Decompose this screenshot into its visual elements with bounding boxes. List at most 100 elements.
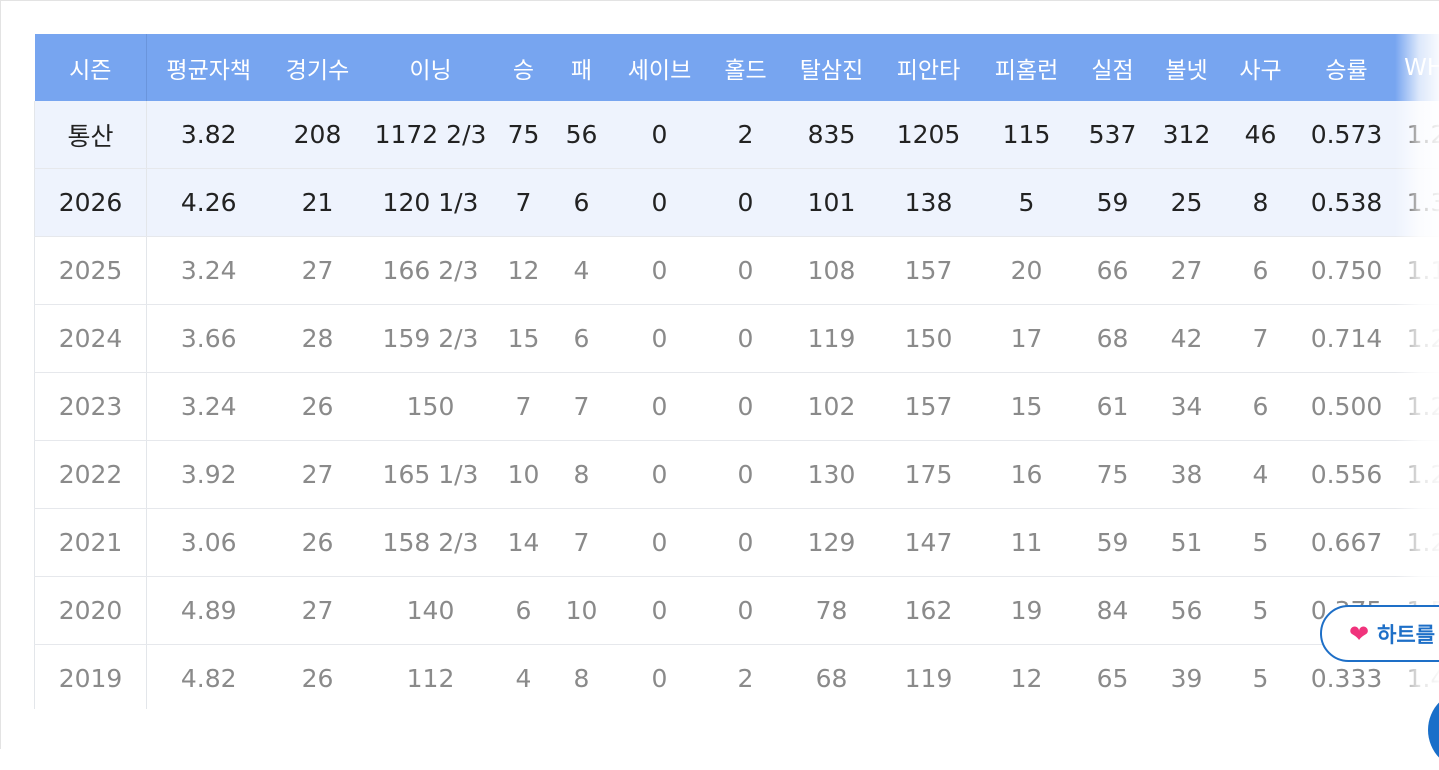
stat-cell: 8 [551,441,613,509]
stat-cell: 27 [271,237,365,305]
stat-cell: 835 [785,101,879,169]
stat-cell: 68 [1075,305,1151,373]
season-cell: 2022 [35,441,147,509]
stat-cell: 25 [1151,169,1223,237]
stat-cell: 16 [979,441,1075,509]
stat-cell: 108 [785,237,879,305]
table-row: 20204.8927140610007816219845650.3751.56 [35,577,1439,645]
table-row: 20233.2426150770010215715613460.5001.27 [35,373,1439,441]
stat-cell: 68 [785,645,879,710]
column-header: 피홈런 [979,34,1075,101]
column-header: 사구 [1223,34,1299,101]
stat-cell: 0.500 [1299,373,1395,441]
stat-cell: 59 [1075,169,1151,237]
stat-cell: 1.27 [1395,373,1439,441]
stat-cell: 4 [497,645,551,710]
stat-cell: 0 [707,441,785,509]
heart-button[interactable]: ❤ 하트를 [1320,605,1439,662]
stat-cell: 0.556 [1299,441,1395,509]
column-header: 경기수 [271,34,365,101]
stat-cell: 56 [1151,577,1223,645]
stat-cell: 150 [879,305,979,373]
stat-cell: 8 [551,645,613,710]
stat-cell: 59 [1075,509,1151,577]
stat-cell: 4.26 [147,169,271,237]
stat-cell: 6 [1223,237,1299,305]
stat-cell: 138 [879,169,979,237]
stat-cell: 26 [271,509,365,577]
stat-cell: 56 [551,101,613,169]
stat-cell: 1.29 [1395,441,1439,509]
stat-cell: 0 [613,509,707,577]
stat-cell: 129 [785,509,879,577]
column-header: 볼넷 [1151,34,1223,101]
table-body: 통산3.822081172 2/375560283512051155373124… [35,101,1439,709]
stat-cell: 0 [613,645,707,710]
stat-cell: 6 [551,169,613,237]
stat-cell: 147 [879,509,979,577]
stat-cell: 140 [365,577,497,645]
stat-cell: 34 [1151,373,1223,441]
stat-cell: 119 [785,305,879,373]
stat-cell: 3.24 [147,237,271,305]
column-header: 이닝 [365,34,497,101]
stat-cell: 15 [979,373,1075,441]
stat-cell: 20 [979,237,1075,305]
column-header: 승률 [1299,34,1395,101]
stats-table-container[interactable]: 시즌평균자책경기수이닝승패세이브홀드탈삼진피안타피홈런실점볼넷사구승률WHIP … [34,34,1439,709]
stat-cell: 1.29 [1395,101,1439,169]
stat-cell: 3.24 [147,373,271,441]
stat-cell: 0 [707,237,785,305]
stat-cell: 75 [1075,441,1151,509]
stat-cell: 112 [365,645,497,710]
table-row: 20264.2621120 1/376001011385592580.5381.… [35,169,1439,237]
season-cell: 2024 [35,305,147,373]
stat-cell: 1.10 [1395,237,1439,305]
stat-cell: 1205 [879,101,979,169]
column-header: 실점 [1075,34,1151,101]
stat-cell: 14 [497,509,551,577]
table-row: 20194.822611248026811912653950.3331.41 [35,645,1439,710]
stat-cell: 2 [707,101,785,169]
table-row: 20213.0626158 2/31470012914711595150.667… [35,509,1439,577]
stat-cell: 3.66 [147,305,271,373]
stat-cell: 0 [613,441,707,509]
stat-cell: 3.82 [147,101,271,169]
stat-cell: 0 [613,373,707,441]
column-header: 탈삼진 [785,34,879,101]
stat-cell: 0 [613,101,707,169]
stat-cell: 4.89 [147,577,271,645]
header-row: 시즌평균자책경기수이닝승패세이브홀드탈삼진피안타피홈런실점볼넷사구승률WHIP [35,34,1439,101]
stat-cell: 6 [1223,373,1299,441]
stat-cell: 159 2/3 [365,305,497,373]
stat-cell: 26 [271,373,365,441]
season-cell: 2021 [35,509,147,577]
stat-cell: 0 [707,169,785,237]
stat-cell: 5 [1223,509,1299,577]
stat-cell: 65 [1075,645,1151,710]
stat-cell: 4 [1223,441,1299,509]
stat-cell: 4.82 [147,645,271,710]
stat-cell: 10 [551,577,613,645]
season-cell: 2019 [35,645,147,710]
stat-cell: 12 [979,645,1075,710]
stat-cell: 46 [1223,101,1299,169]
stat-cell: 130 [785,441,879,509]
stat-cell: 208 [271,101,365,169]
stat-cell: 19 [979,577,1075,645]
season-cell: 2025 [35,237,147,305]
table-header: 시즌평균자책경기수이닝승패세이브홀드탈삼진피안타피홈런실점볼넷사구승률WHIP [35,34,1439,101]
stat-cell: 21 [271,169,365,237]
stat-cell: 12 [497,237,551,305]
stat-cell: 1172 2/3 [365,101,497,169]
column-header: 패 [551,34,613,101]
stat-cell: 120 1/3 [365,169,497,237]
column-header: 승 [497,34,551,101]
stat-cell: 51 [1151,509,1223,577]
stat-cell: 17 [979,305,1075,373]
stat-cell: 0 [707,577,785,645]
stat-cell: 39 [1151,645,1223,710]
column-header: 피안타 [879,34,979,101]
stat-cell: 0.538 [1299,169,1395,237]
stat-cell: 158 2/3 [365,509,497,577]
